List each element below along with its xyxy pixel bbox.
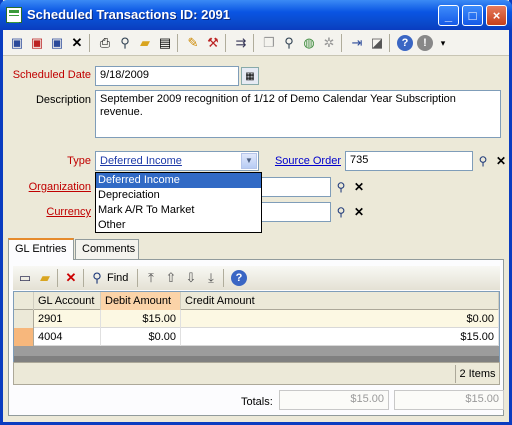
type-option[interactable]: Other <box>96 218 261 233</box>
source-order-link[interactable]: Source Order <box>265 155 341 167</box>
clear-icon[interactable]: ✕ <box>492 152 510 170</box>
delete-row-icon[interactable]: ✕ <box>63 270 79 286</box>
type-label: Type <box>67 155 91 167</box>
toolbar-separator <box>225 34 226 52</box>
note-icon[interactable]: ◪ <box>369 35 385 51</box>
organization-link[interactable]: Organization <box>9 181 91 193</box>
stop-icon[interactable]: ! <box>417 35 433 51</box>
credit-cell[interactable]: $15.00 <box>181 328 499 346</box>
help-icon[interactable]: ? <box>397 35 413 51</box>
total-credit-field: $15.00 <box>394 390 504 410</box>
refresh-icon[interactable]: ✲ <box>321 35 337 51</box>
more-icon[interactable]: ▾ <box>435 35 451 51</box>
credit-cell[interactable]: $0.00 <box>181 310 499 328</box>
calendar-icon[interactable]: ▦ <box>241 67 259 85</box>
toolbar-separator <box>177 34 178 52</box>
title-bar[interactable]: Scheduled Transactions ID: 2091 _ □ × <box>0 0 512 30</box>
binoculars-icon[interactable]: ⚲ <box>89 270 105 286</box>
gl-account-cell[interactable]: 2901 <box>34 310 101 328</box>
scheduled-date-input[interactable]: 9/18/2009 <box>95 66 239 86</box>
table-row[interactable]: 4004 $0.00 $15.00 <box>14 328 499 346</box>
binoculars-icon[interactable]: ⚲ <box>474 152 492 170</box>
tab-gl-entries[interactable]: GL Entries <box>8 238 74 260</box>
description-textarea[interactable]: September 2009 recognition of 1/12 of De… <box>95 90 501 138</box>
toolbar-separator <box>89 34 90 52</box>
save-close-icon[interactable]: ▣ <box>29 35 45 51</box>
toolbar-separator <box>223 269 224 287</box>
maximize-button[interactable]: □ <box>462 5 483 26</box>
gl-account-cell[interactable]: 4004 <box>34 328 101 346</box>
lookup-icon[interactable]: ⚲ <box>281 35 297 51</box>
totals-label: Totals: <box>241 396 273 408</box>
grid-empty-area <box>14 346 499 356</box>
report-icon[interactable]: ▤ <box>157 35 173 51</box>
move-bottom-icon[interactable]: ⤓ <box>203 270 219 286</box>
type-dropdown-list: Deferred Income Depreciation Mark A/R To… <box>95 172 262 233</box>
grid-status-bar: 2 Items <box>13 362 500 385</box>
row-header[interactable] <box>14 310 34 328</box>
debit-cell[interactable]: $0.00 <box>101 328 181 346</box>
grid-header: GL Account Debit Amount Credit Amount <box>14 292 499 310</box>
column-gl-account[interactable]: GL Account <box>34 292 101 310</box>
type-option[interactable]: Deferred Income <box>96 173 261 188</box>
type-option[interactable]: Depreciation <box>96 188 261 203</box>
item-count: 2 Items <box>455 365 499 383</box>
move-up-icon[interactable]: ⇧ <box>163 270 179 286</box>
globe-icon[interactable]: ◍ <box>301 35 317 51</box>
binoculars-icon[interactable]: ⚲ <box>332 178 350 196</box>
total-debit-field: $15.00 <box>279 390 389 410</box>
delete-icon[interactable]: ✕ <box>69 35 85 51</box>
print-icon[interactable]: ⎙ <box>97 35 113 51</box>
open-folder-icon[interactable]: ▰ <box>37 270 53 286</box>
debit-cell[interactable]: $15.00 <box>101 310 181 328</box>
help-icon[interactable]: ? <box>231 270 247 286</box>
app-window: Scheduled Transactions ID: 2091 _ □ × ▣ … <box>0 0 512 425</box>
move-down-icon[interactable]: ⇩ <box>183 270 199 286</box>
tools-icon[interactable]: ⚒ <box>205 35 221 51</box>
edit-icon[interactable]: ✎ <box>185 35 201 51</box>
tab-comments[interactable]: Comments <box>75 239 139 260</box>
column-credit-amount[interactable]: Credit Amount <box>181 292 499 310</box>
clear-icon[interactable]: ✕ <box>350 178 368 196</box>
toolbar-separator <box>341 34 342 52</box>
save-new-icon[interactable]: ▣ <box>49 35 65 51</box>
close-button[interactable]: × <box>486 5 507 26</box>
toolbar-separator <box>57 269 58 287</box>
copy-icon[interactable]: ❐ <box>261 35 277 51</box>
description-label: Description <box>35 94 91 106</box>
main-toolbar: ▣ ▣ ▣ ✕ ⎙ ⚲ ▰ ▤ ✎ ⚒ ⇉ ❐ ⚲ ◍ ✲ ⇥ ◪ ? ! ▾ <box>3 30 509 56</box>
tab-bar: GL Entries Comments <box>3 238 509 260</box>
toolbar-separator <box>253 34 254 52</box>
toolbar-separator <box>83 269 84 287</box>
app-icon <box>6 7 22 23</box>
export-icon[interactable]: ⇥ <box>349 35 365 51</box>
new-entry-icon[interactable]: ▭ <box>17 270 33 286</box>
binoculars-icon[interactable]: ⚲ <box>332 203 350 221</box>
type-select[interactable]: Deferred Income ▼ <box>95 151 259 171</box>
toolbar-separator <box>389 34 390 52</box>
link-icon[interactable]: ⇉ <box>233 35 249 51</box>
row-header[interactable] <box>14 328 34 346</box>
save-icon[interactable]: ▣ <box>9 35 25 51</box>
chevron-down-icon[interactable]: ▼ <box>241 153 257 169</box>
type-option[interactable]: Mark A/R To Market <box>96 203 261 218</box>
table-row[interactable]: 2901 $15.00 $0.00 <box>14 310 499 328</box>
source-order-input[interactable]: 735 <box>345 151 473 171</box>
move-top-icon[interactable]: ⤒ <box>143 270 159 286</box>
toolbar-separator <box>137 269 138 287</box>
minimize-button[interactable]: _ <box>438 5 459 26</box>
grid-toolbar: ▭ ▰ ✕ ⚲ Find ⤒ ⇧ ⇩ ⤓ ? <box>13 266 500 290</box>
row-header-corner <box>14 292 34 310</box>
open-folder-icon[interactable]: ▰ <box>137 35 153 51</box>
scheduled-date-label: Scheduled Date <box>12 69 91 81</box>
find-icon[interactable]: ⚲ <box>117 35 133 51</box>
clear-icon[interactable]: ✕ <box>350 203 368 221</box>
find-label[interactable]: Find <box>107 272 128 284</box>
currency-link[interactable]: Currency <box>9 206 91 218</box>
window-title: Scheduled Transactions ID: 2091 <box>27 7 231 22</box>
type-selected-value: Deferred Income <box>98 154 184 168</box>
column-debit-amount[interactable]: Debit Amount <box>101 292 181 310</box>
